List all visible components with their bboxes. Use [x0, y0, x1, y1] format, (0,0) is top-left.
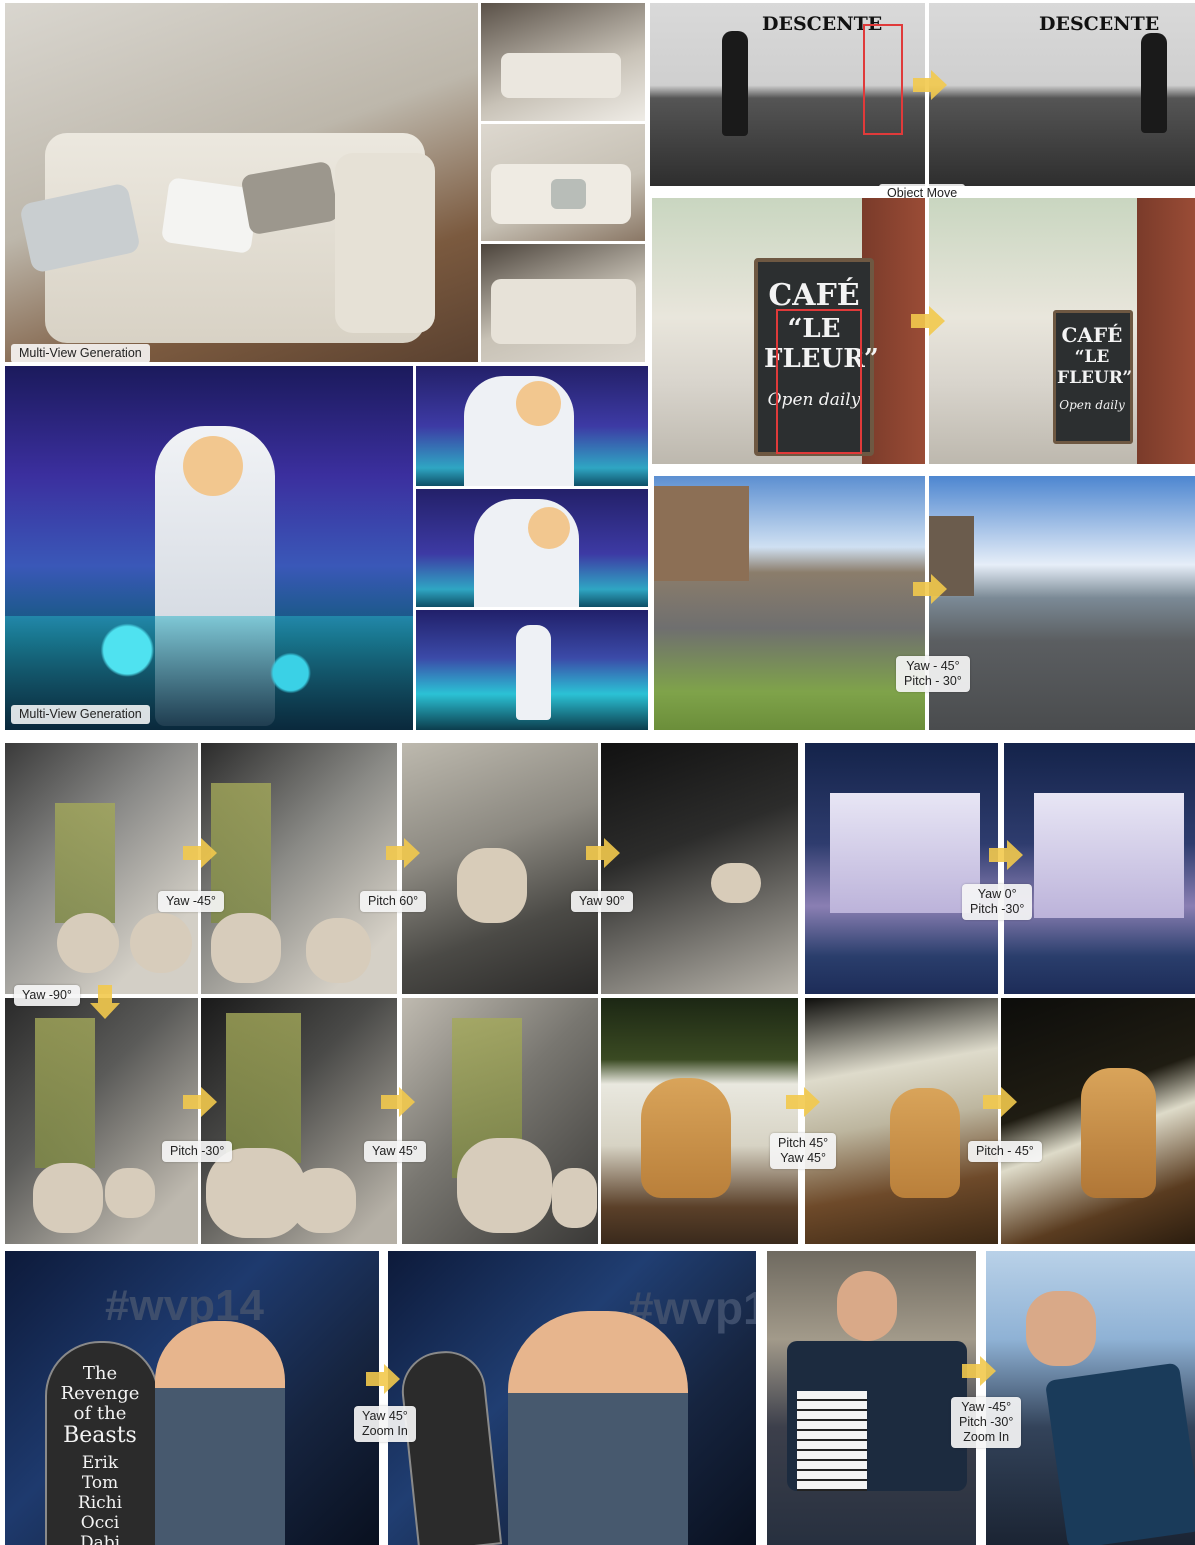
- accordion-tag: Yaw -45° Pitch -30° Zoom In: [951, 1397, 1022, 1448]
- astronaut-main-image: [5, 366, 413, 730]
- arrow-right-icon: [386, 838, 420, 868]
- plant-tag-5-text: Yaw 45°: [372, 1144, 418, 1158]
- plant-tag-down-text: Yaw -90°: [22, 988, 72, 1002]
- house-view-1: [805, 743, 998, 994]
- dog-view-3: [1001, 998, 1195, 1244]
- house-tag-line1: Yaw 0°: [977, 887, 1017, 901]
- party-view-2: #wvp14: [388, 1251, 756, 1545]
- street-camera-tag: Yaw - 45° Pitch - 30°: [896, 656, 970, 692]
- plant-view-1: [5, 743, 198, 994]
- cafe-highlight-box: [776, 309, 862, 454]
- dog-tag-1-line2: Yaw 45°: [780, 1151, 826, 1165]
- board-names: Erik Tom Richi Occi Dabi Carsti: [77, 1453, 123, 1545]
- house-tag: Yaw 0° Pitch -30°: [962, 884, 1033, 920]
- arrow-right-icon: [586, 838, 620, 868]
- party-tag: Yaw 45° Zoom In: [354, 1406, 416, 1442]
- accordion-tag-line3: Zoom In: [963, 1430, 1010, 1444]
- plant-view-4: [601, 743, 798, 994]
- plant-tag-down: Yaw -90°: [14, 985, 80, 1006]
- dog-view-2: [805, 998, 998, 1244]
- arrow-right-icon: [913, 574, 947, 604]
- dog-tag-1: Pitch 45° Yaw 45°: [770, 1133, 837, 1169]
- plant-view-7: [402, 998, 598, 1244]
- board-line4: Beasts: [63, 1423, 137, 1448]
- multiview-label-1: Multi-View Generation: [11, 344, 150, 363]
- party-tag-line2: Zoom In: [362, 1424, 408, 1438]
- wall-scene-before: DESCENTE: [650, 3, 925, 186]
- cafe-sign-line1: CAFÉ: [768, 278, 860, 313]
- cafe-scene-after: CAFÉ “LE FLEUR” Open daily: [929, 198, 1195, 464]
- dog-tag-2: Pitch - 45°: [968, 1141, 1042, 1162]
- arrow-right-icon: [913, 70, 947, 100]
- arrow-right-icon: [911, 306, 945, 336]
- cafe-sign-after-line1: CAFÉ: [1061, 323, 1123, 347]
- dog-view-1: [601, 998, 798, 1244]
- plant-view-6: [201, 998, 397, 1244]
- arrow-down-icon: [90, 985, 120, 1019]
- astronaut-view-3: [416, 610, 648, 730]
- sofa-view-2: [481, 124, 645, 241]
- astronaut-view-1: [416, 366, 648, 486]
- sofa-view-3: [481, 244, 645, 362]
- dog-tag-1-line1: Pitch 45°: [778, 1136, 829, 1150]
- plant-tag-5: Yaw 45°: [364, 1141, 426, 1162]
- arrow-right-icon: [183, 838, 217, 868]
- party-tag-line1: Yaw 45°: [362, 1409, 408, 1423]
- plant-tag-1: Yaw -45°: [158, 891, 224, 912]
- house-view-2: [1004, 743, 1195, 994]
- plant-view-3: [402, 743, 598, 994]
- arrow-right-icon: [786, 1087, 820, 1117]
- accordion-tag-line1: Yaw -45°: [961, 1400, 1012, 1414]
- arrow-right-icon: [983, 1087, 1017, 1117]
- cafe-sign-after-line4: Open daily: [1059, 398, 1125, 412]
- object-highlight-box: [863, 24, 903, 135]
- plant-tag-3-text: Yaw 90°: [579, 894, 625, 908]
- street-scene-before: [654, 476, 925, 730]
- dog-tag-2-text: Pitch - 45°: [976, 1144, 1034, 1158]
- sofa-view-1: [481, 3, 645, 121]
- plant-tag-2-text: Pitch 60°: [368, 894, 419, 908]
- multiview-label-2: Multi-View Generation: [11, 705, 150, 724]
- plant-view-2: [201, 743, 397, 994]
- house-tag-line2: Pitch -30°: [970, 902, 1025, 916]
- cafe-sign-after-line2: “LE: [1074, 347, 1110, 367]
- street-tag-line1: Yaw - 45°: [906, 659, 960, 673]
- plant-tag-3: Yaw 90°: [571, 891, 633, 912]
- sofa-main-image: [5, 3, 478, 362]
- arrow-right-icon: [989, 840, 1023, 870]
- plant-tag-1-text: Yaw -45°: [166, 894, 216, 908]
- plant-view-5: [5, 998, 198, 1244]
- wall-scene-after: DESCENTE: [929, 3, 1195, 186]
- plant-tag-2: Pitch 60°: [360, 891, 427, 912]
- board-line2: Revenge: [60, 1383, 140, 1404]
- astronaut-view-2: [416, 489, 648, 607]
- wall-text-right: DESCENTE: [1039, 13, 1160, 35]
- plant-tag-4-text: Pitch -30°: [170, 1144, 225, 1158]
- arrow-right-icon: [381, 1087, 415, 1117]
- arrow-right-icon: [366, 1364, 400, 1394]
- board-line1: The: [82, 1363, 118, 1384]
- accordion-tag-line2: Pitch -30°: [959, 1415, 1014, 1429]
- street-tag-line2: Pitch - 30°: [904, 674, 962, 688]
- plant-tag-4: Pitch -30°: [162, 1141, 233, 1162]
- arrow-right-icon: [183, 1087, 217, 1117]
- arrow-right-icon: [962, 1356, 996, 1386]
- accordion-view-1: [767, 1251, 976, 1545]
- party-view-1: #wvp14 The Revenge of the Beasts Erik To…: [5, 1251, 379, 1545]
- street-scene-after: [929, 476, 1195, 730]
- cafe-sign-after-line3: FLEUR”: [1057, 368, 1133, 388]
- board-line3: of the: [73, 1403, 127, 1424]
- cafe-scene-before: CAFÉ “LE FLEUR” Open daily: [652, 198, 925, 464]
